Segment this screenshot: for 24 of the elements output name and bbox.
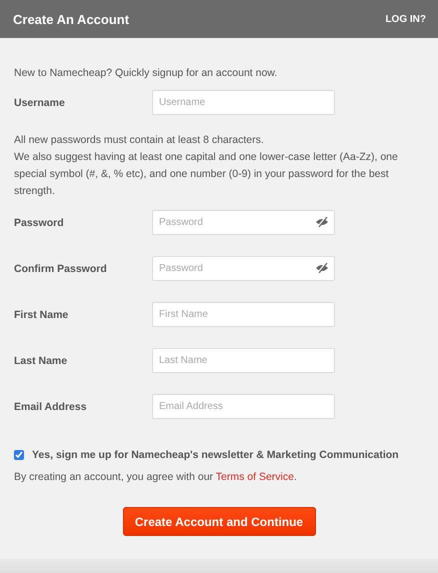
field-label: Confirm Password (14, 262, 108, 274)
password-hint-text: All new passwords must contain at least 8 characters. (14, 133, 265, 148)
password-hint-text: We also suggest having at least one capital and one lower-case letter (Aa-Zz), one special symbol (#, &, % etc), and one number (0-9) in your password for the best strength. (14, 150, 399, 199)
field-label: Email Address (14, 400, 88, 412)
field-label: First Name (14, 308, 70, 320)
password-field[interactable]: Password (152, 210, 335, 235)
input-field[interactable]: Email Address (152, 394, 335, 419)
input-field[interactable]: Last Name (152, 348, 335, 373)
field-label: Username (14, 96, 66, 108)
field-label: Last Name (14, 354, 68, 366)
intro-text: New to Namecheap? Quickly signup for an account now. (14, 66, 278, 81)
field-label: Password (14, 216, 65, 228)
newsletter-label: Yes, sign me up for Namecheap's newsletter & Marketing Communication (32, 448, 399, 460)
page-title: Create An Account (13, 12, 130, 26)
terms-link[interactable]: Terms of Service (216, 471, 294, 483)
terms-text: By creating an account, you agree with our Terms of Service. (14, 470, 298, 485)
newsletter-checkbox[interactable] (14, 450, 24, 460)
password-field[interactable]: Password (152, 256, 335, 281)
input-field[interactable]: First Name (152, 302, 335, 327)
input-field[interactable]: Username (152, 90, 335, 115)
hidden-eye-icon[interactable] (315, 263, 329, 273)
create-account-button[interactable]: Create Account and Continue (122, 507, 316, 536)
login-link[interactable]: LOG IN? (385, 14, 426, 24)
hidden-eye-icon[interactable] (315, 217, 329, 227)
